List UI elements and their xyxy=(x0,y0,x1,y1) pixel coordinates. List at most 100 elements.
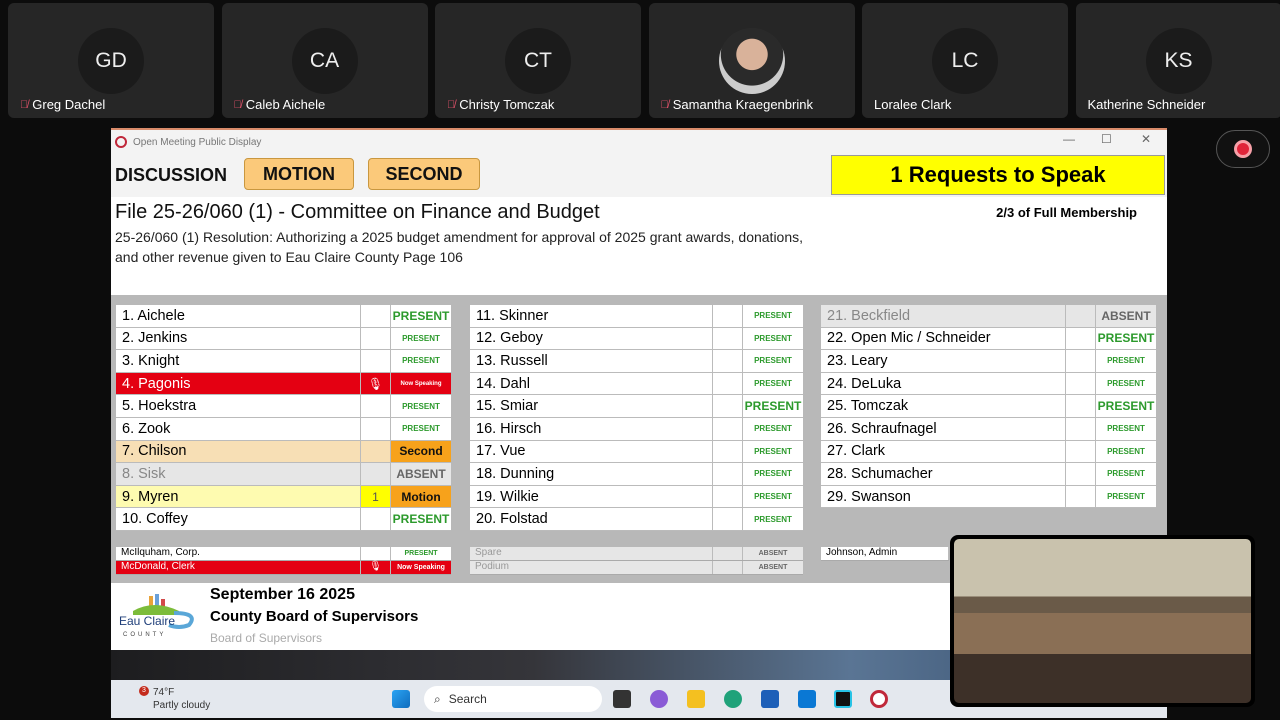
member-row: 2. Jenkins PRESENT xyxy=(116,327,451,351)
webex-icon[interactable] xyxy=(834,690,852,708)
participant-name-row: 🎙̸ Caleb Aichele xyxy=(234,97,326,112)
file-explorer-icon[interactable] xyxy=(687,690,705,708)
close-icon[interactable]: ✕ xyxy=(1141,132,1151,146)
queue-position xyxy=(1066,305,1096,327)
participant-name: Caleb Aichele xyxy=(245,97,326,112)
member-status: PRESENT xyxy=(402,356,440,366)
item-description: 25-26/060 (1) Resolution: Authorizing a … xyxy=(115,229,804,265)
window-title: Open Meeting Public Display xyxy=(133,136,262,148)
member-status: PRESENT xyxy=(1107,469,1145,479)
taskbar-search[interactable]: ⌕ Search xyxy=(424,686,602,712)
outlook-icon[interactable] xyxy=(798,690,816,708)
member-row: 14. Dahl PRESENT xyxy=(470,372,803,396)
weather-widget[interactable]: 3 74°F Partly cloudy xyxy=(125,686,210,712)
mic-muted-icon: 🎙̸ xyxy=(660,98,669,111)
participant-name: Loralee Clark xyxy=(874,97,952,112)
avatar: LC xyxy=(932,28,998,94)
motion-button[interactable]: MOTION xyxy=(244,158,354,190)
member-status: ABSENT xyxy=(396,466,446,481)
maximize-icon[interactable]: ☐ xyxy=(1101,132,1112,146)
member-status: ABSENT xyxy=(1101,308,1151,323)
member-status: PRESENT xyxy=(754,469,792,479)
member-status: Second xyxy=(391,440,451,463)
staff-row: Johnson, Admin xyxy=(821,547,949,561)
meeting-date: September 16 2025 xyxy=(210,586,355,603)
member-column: 21. Beckfield ABSENT 22. Open Mic / Schnei… xyxy=(821,305,1156,509)
queue-position xyxy=(713,508,743,530)
member-name: 23. Leary xyxy=(821,350,1066,372)
member-name: 4. Pagonis xyxy=(116,372,361,395)
avatar: CT xyxy=(505,28,571,94)
member-status: PRESENT xyxy=(754,492,792,502)
member-status: Now Speaking xyxy=(400,380,442,387)
staff-name: Podium xyxy=(470,561,713,574)
minimize-icon[interactable]: — xyxy=(1063,132,1075,146)
member-name: 14. Dahl xyxy=(470,372,713,395)
app-icon xyxy=(115,136,127,148)
participant-tile[interactable]: LC Loralee Clark xyxy=(862,3,1068,118)
queue-position xyxy=(361,417,391,440)
meeting-body: County Board of Supervisors xyxy=(210,608,419,625)
start-icon[interactable] xyxy=(392,690,410,708)
member-row: 20. Folstad PRESENT xyxy=(470,508,803,531)
member-row: 27. Clark PRESENT xyxy=(821,440,1156,464)
open-meeting-app-icon[interactable] xyxy=(870,690,888,708)
avatar: CA xyxy=(291,28,358,94)
avatar: GD xyxy=(78,28,144,94)
discussion-label: DISCUSSION xyxy=(115,165,228,185)
participant-tile[interactable]: CA 🎙̸ Caleb Aichele xyxy=(221,3,428,118)
search-icon: ⌕ xyxy=(434,691,441,706)
queue-position xyxy=(361,395,391,417)
member-status: PRESENT xyxy=(402,333,440,343)
title-bar: Open Meeting Public Display — ☐ ✕ xyxy=(111,128,1167,154)
copilot-icon[interactable] xyxy=(650,690,668,708)
staff-row: Podium ABSENT xyxy=(470,561,803,575)
member-status: PRESENT xyxy=(1097,331,1155,346)
participant-name-row: 🎙̸ Samantha Kraegenbrink xyxy=(661,97,813,112)
second-button[interactable]: SECOND xyxy=(368,158,480,190)
member-status: PRESENT xyxy=(754,514,792,524)
queue-position xyxy=(713,440,743,463)
svg-text:Eau Claire: Eau Claire xyxy=(119,614,175,628)
member-row: 9. Myren 1 Motion xyxy=(116,485,451,509)
participant-tile[interactable]: GD 🎙̸ Greg Dachel xyxy=(8,3,214,118)
queue-position: 1 xyxy=(361,485,391,508)
staff-mid xyxy=(713,561,743,574)
microphone-icon: 🎙 xyxy=(361,561,391,574)
member-row: 21. Beckfield ABSENT xyxy=(821,305,1156,328)
task-view-icon[interactable] xyxy=(613,690,631,708)
mic-muted-icon: 🎙̸ xyxy=(233,98,242,111)
member-row: 15. Smiar PRESENT xyxy=(470,395,803,418)
edge-icon[interactable] xyxy=(724,690,742,708)
member-name: 3. Knight xyxy=(116,350,361,372)
participant-name-row: Loralee Clark xyxy=(874,97,951,112)
record-button[interactable] xyxy=(1216,130,1270,168)
member-row: 6. Zook PRESENT xyxy=(116,417,451,441)
member-row: 24. DeLuka PRESENT xyxy=(821,372,1156,396)
member-status: PRESENT xyxy=(754,333,792,343)
store-icon[interactable] xyxy=(761,690,779,708)
participant-name-row: 🎙̸ Greg Dachel xyxy=(20,97,105,112)
member-name: 13. Russell xyxy=(470,350,713,372)
member-row: 23. Leary PRESENT xyxy=(821,350,1156,373)
staff-name: Spare xyxy=(470,547,713,560)
member-status: PRESENT xyxy=(1107,424,1145,434)
member-status: PRESENT xyxy=(402,401,440,411)
member-name: 17. Vue xyxy=(470,440,713,463)
participant-tile[interactable]: CT 🎙̸ Christy Tomczak xyxy=(435,3,641,118)
member-row: 3. Knight PRESENT xyxy=(116,350,451,373)
participant-name-row: Katherine Schneider xyxy=(1088,97,1206,112)
avatar xyxy=(718,28,785,94)
participant-name-row: 🎙̸ Christy Tomczak xyxy=(447,97,554,112)
queue-position xyxy=(1066,395,1096,417)
member-name: 20. Folstad xyxy=(470,508,713,530)
item-title: File 25-26/060 (1) - Committee on Financ… xyxy=(115,201,600,223)
member-status: PRESENT xyxy=(402,424,440,434)
participant-tile[interactable]: KS Katherine Schneider xyxy=(1075,3,1280,118)
queue-position xyxy=(1066,350,1096,372)
member-name: 28. Schumacher xyxy=(821,463,1066,485)
member-status: PRESENT xyxy=(1107,492,1145,502)
participant-tile[interactable]: 🎙̸ Samantha Kraegenbrink xyxy=(648,3,855,118)
staff-mid xyxy=(361,547,391,560)
member-status: PRESENT xyxy=(1097,399,1155,414)
